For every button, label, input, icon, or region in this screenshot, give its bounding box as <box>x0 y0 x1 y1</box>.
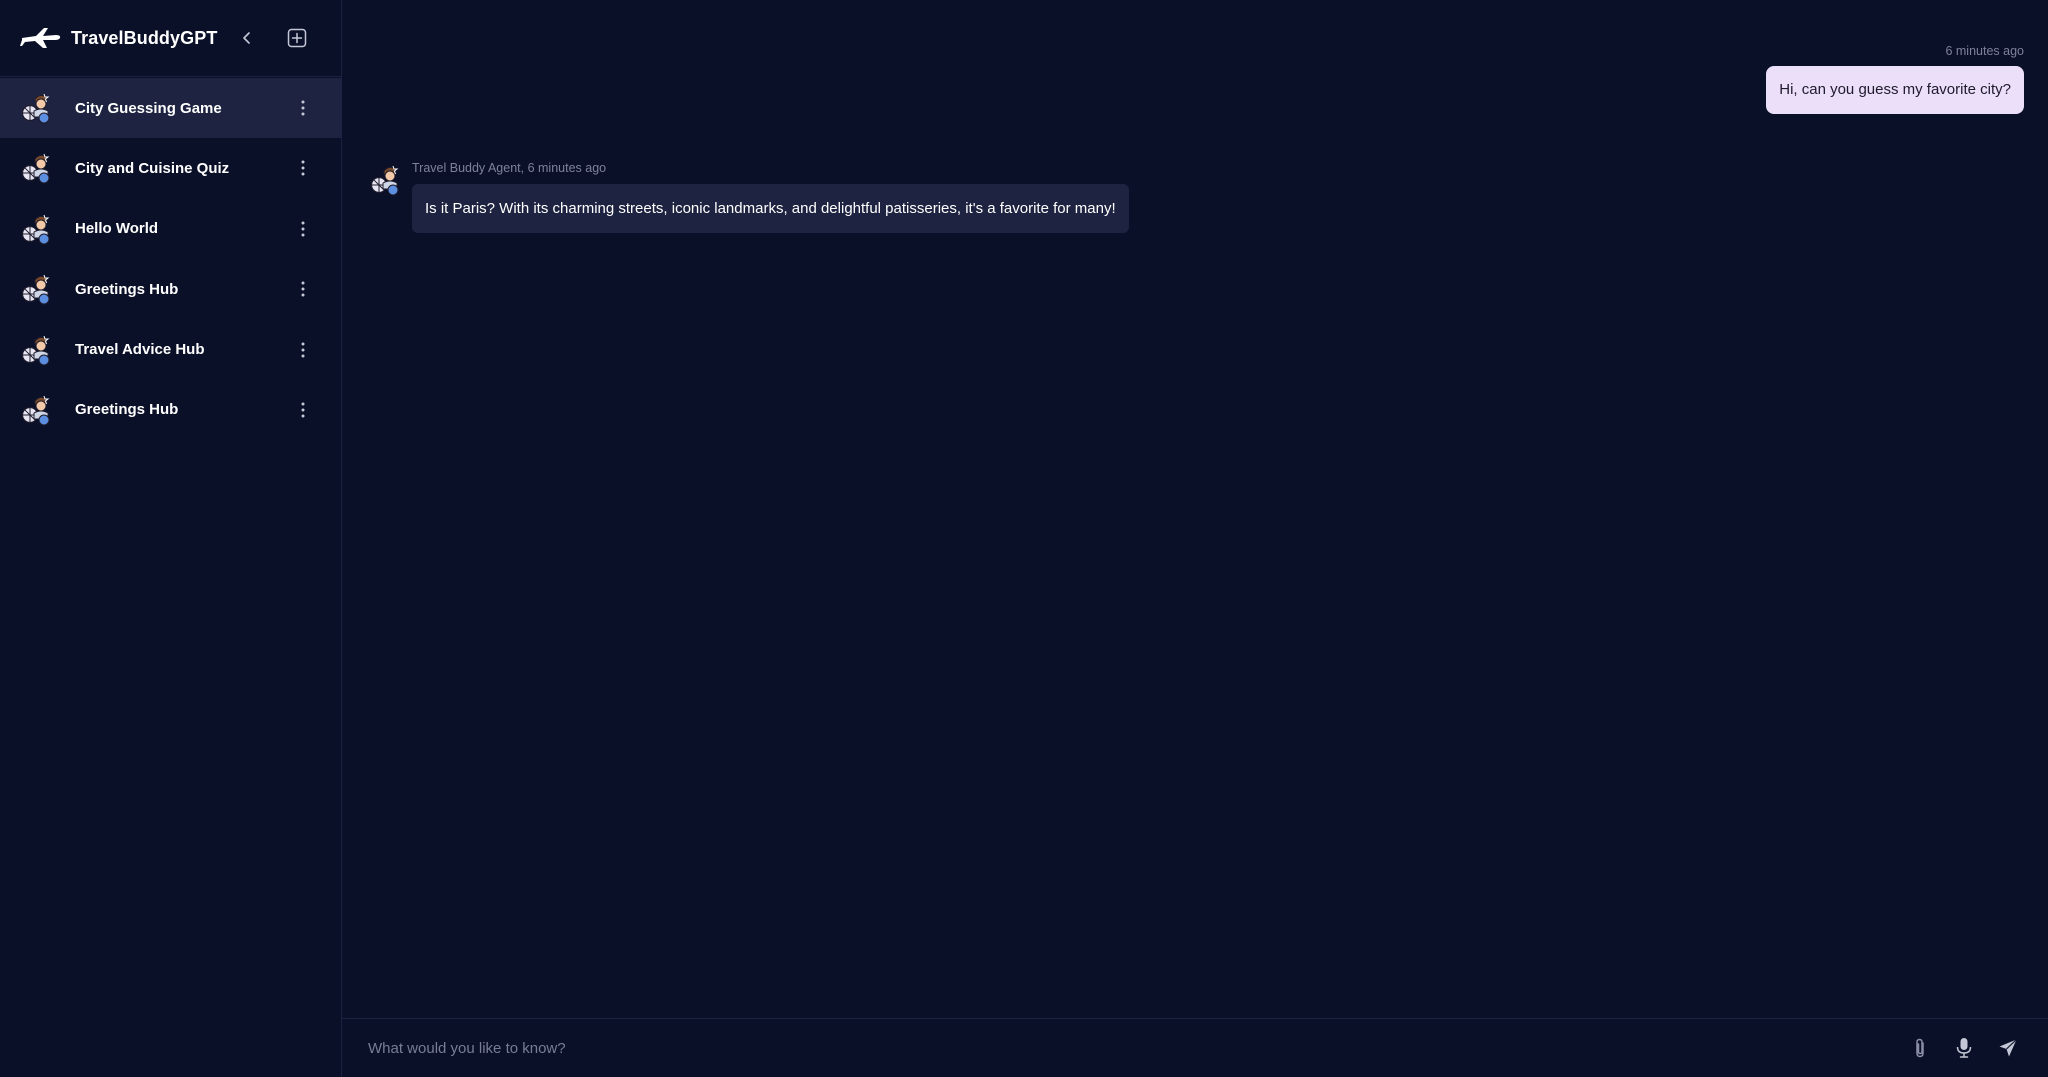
travel-agent-avatar-icon <box>20 212 54 246</box>
user-message-bubble: Hi, can you guess my favorite city? <box>1766 66 2024 114</box>
conversation-menu-button[interactable] <box>291 92 315 124</box>
plus-square-icon <box>287 28 307 48</box>
conversation-menu-button[interactable] <box>291 334 315 366</box>
app-title: TravelBuddyGPT <box>71 27 218 48</box>
more-vertical-icon <box>301 281 305 297</box>
send-button[interactable] <box>1994 1034 2022 1062</box>
bot-message-bubble: Is it Paris? With its charming streets, … <box>412 184 1129 233</box>
conversation-label: Travel Advice Hub <box>75 341 205 359</box>
travel-agent-avatar-icon <box>20 151 54 185</box>
travel-agent-avatar-icon <box>20 333 54 367</box>
bot-message: Travel Buddy Agent, 6 minutes ago Is it … <box>369 161 1129 233</box>
conversation-label: Greetings Hub <box>75 280 179 298</box>
travel-agent-avatar-icon <box>20 393 54 427</box>
bot-sender-name: Travel Buddy Agent, <box>412 161 525 175</box>
conversation-label: City and Cuisine Quiz <box>75 159 230 177</box>
travel-agent-avatar-icon <box>369 163 403 197</box>
bot-message-meta: Travel Buddy Agent, 6 minutes ago <box>412 161 1129 175</box>
sidebar-header: TravelBuddyGPT <box>0 0 341 77</box>
conversation-item[interactable]: Travel Advice Hub <box>0 320 341 380</box>
more-vertical-icon <box>301 100 305 116</box>
new-chat-button[interactable] <box>281 22 313 54</box>
bot-message-timestamp: 6 minutes ago <box>527 161 607 175</box>
sidebar: TravelBuddyGPT City Guessing Game City a… <box>0 0 342 1077</box>
conversation-item[interactable]: City Guessing Game <box>0 78 341 138</box>
more-vertical-icon <box>301 221 305 237</box>
app-root: TravelBuddyGPT City Guessing Game City a… <box>0 0 2048 1077</box>
chevron-left-icon <box>243 32 250 44</box>
travel-agent-avatar-icon <box>20 272 54 306</box>
chat-input[interactable] <box>368 1039 1890 1057</box>
conversation-menu-button[interactable] <box>291 152 315 184</box>
conversation-item[interactable]: Greetings Hub <box>0 380 341 440</box>
travel-agent-avatar-icon <box>20 91 54 125</box>
airplane-logo-icon <box>20 23 62 53</box>
attach-button[interactable] <box>1906 1034 1934 1062</box>
conversation-menu-button[interactable] <box>291 273 315 305</box>
conversation-menu-button[interactable] <box>291 394 315 426</box>
send-icon <box>1999 1039 2017 1057</box>
voice-input-button[interactable] <box>1950 1034 1978 1062</box>
user-message-timestamp: 6 minutes ago <box>1945 44 2024 58</box>
conversation-list: City Guessing Game City and Cuisine Quiz… <box>0 77 341 440</box>
conversation-item[interactable]: Hello World <box>0 199 341 259</box>
paperclip-icon <box>1916 1038 1924 1058</box>
more-vertical-icon <box>301 160 305 176</box>
conversation-item[interactable]: City and Cuisine Quiz <box>0 138 341 198</box>
chat-input-bar <box>342 1018 2048 1077</box>
user-message: 6 minutes ago Hi, can you guess my favor… <box>1766 44 2024 114</box>
conversation-menu-button[interactable] <box>291 213 315 245</box>
chat-panel: 6 minutes ago Hi, can you guess my favor… <box>342 0 2048 1077</box>
conversation-label: Hello World <box>75 220 159 238</box>
bot-message-content: Travel Buddy Agent, 6 minutes ago Is it … <box>412 161 1129 233</box>
more-vertical-icon <box>301 402 305 418</box>
more-vertical-icon <box>301 342 305 358</box>
conversation-label: Greetings Hub <box>75 401 179 419</box>
conversation-item[interactable]: Greetings Hub <box>0 259 341 319</box>
microphone-icon <box>1956 1038 1972 1058</box>
conversation-label: City Guessing Game <box>75 99 222 117</box>
collapse-sidebar-button[interactable] <box>231 22 263 54</box>
